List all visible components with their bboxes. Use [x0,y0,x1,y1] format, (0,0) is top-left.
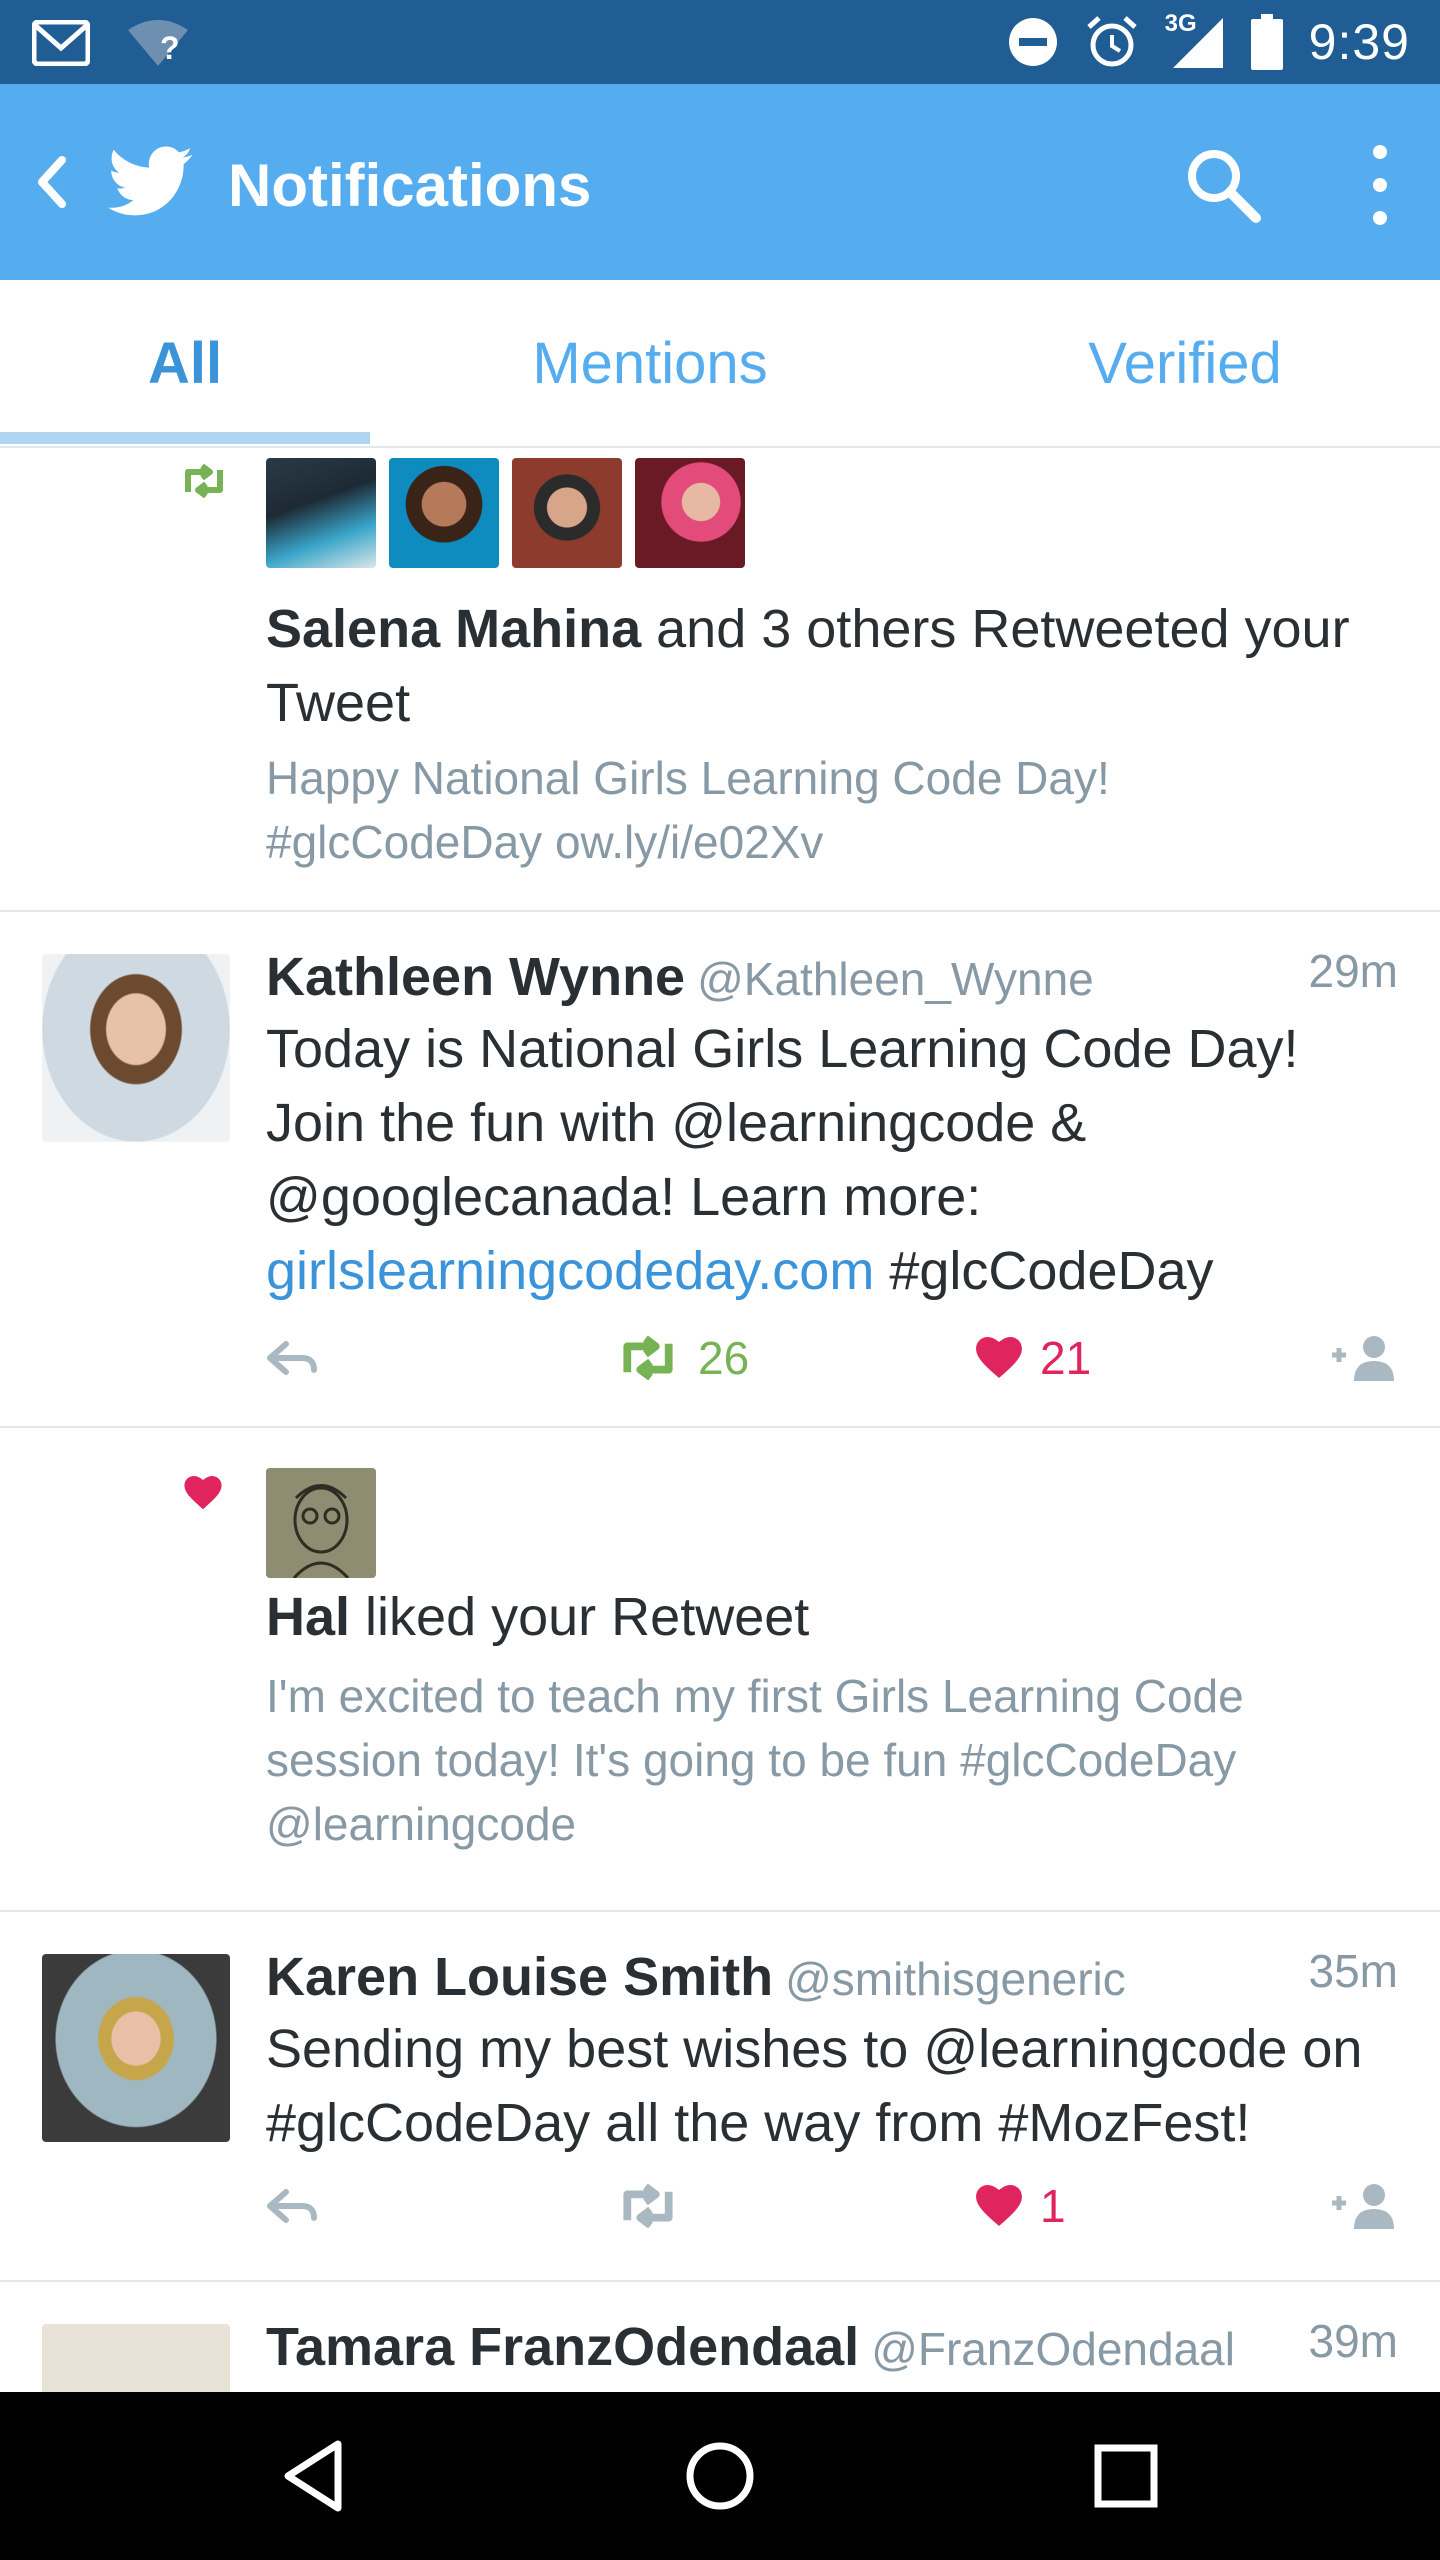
tweet-header: Kathleen Wynne @Kathleen_Wynne [266,940,1400,1016]
user-name[interactable]: Tamara FranzOdendaal [266,2317,859,2377]
retweet-icon [623,1336,673,1380]
tab-bar: All Mentions Verified [0,280,1440,448]
avatar[interactable] [42,2324,230,2392]
avatar[interactable] [266,1468,376,1578]
heart-icon [184,1476,222,1510]
follow-icon [1332,2184,1394,2229]
tweet-link[interactable]: girlslearningcodeday.com [266,1241,874,1301]
avatar[interactable] [42,954,230,1142]
tweet-header: Tamara FranzOdendaal @FranzOdendaal [266,2310,1400,2386]
follow-button[interactable] [1326,2176,1400,2236]
alarm-icon [1086,16,1137,67]
retweet-icon [185,464,223,498]
dnd-icon [1008,18,1057,66]
tweet[interactable]: Kathleen Wynne @Kathleen_Wynne 29m Today … [0,910,1440,1428]
tweet[interactable]: Tamara FranzOdendaal @FranzOdendaal 39m [0,2280,1440,2392]
more-vert-icon[interactable] [1360,140,1400,230]
page-title: Notifications [228,152,592,219]
gmail-icon [32,20,90,66]
like-button[interactable]: 1 [976,2176,1066,2236]
timestamp: 35m [1308,1945,1398,1997]
tab-indicator [0,432,370,444]
nav-home-icon[interactable] [680,2436,760,2516]
system-nav-bar [0,2392,1440,2560]
user-name[interactable]: Kathleen Wynne [266,947,685,1007]
retweet-button[interactable]: 26 [616,1328,749,1388]
avatar[interactable] [512,458,622,568]
signal-icon: 3G [1165,10,1225,70]
battery-icon [1250,14,1283,70]
status-bar: ? 3G 9:39 [0,0,1440,84]
reply-button[interactable] [266,1328,320,1388]
like-notification[interactable]: Hal liked your Retweet I'm excited to te… [0,1426,1440,1912]
follow-icon [1332,1336,1394,1381]
nav-back-icon[interactable] [276,2436,356,2516]
heart-icon [976,1337,1022,1379]
reply-button[interactable] [266,2176,320,2236]
twitter-bird-icon [108,146,193,216]
avatar[interactable] [42,1954,230,2142]
notifications-feed[interactable]: Salena Mahina and 3 others Retweeted you… [0,448,1440,2392]
avatar[interactable] [266,458,376,568]
user-handle[interactable]: @FranzOdendaal [871,2323,1235,2375]
retweet-notification[interactable]: Salena Mahina and 3 others Retweeted you… [0,448,1440,912]
tweet-text: Today is National Girls Learning Code Da… [266,1019,1299,1301]
user-handle[interactable]: @Kathleen_Wynne [697,953,1094,1005]
avatar[interactable] [389,458,499,568]
actor-name[interactable]: Salena Mahina [266,599,641,659]
like-button[interactable]: 21 [976,1328,1091,1388]
tab-mentions[interactable]: Mentions [370,280,930,446]
nav-recents-icon[interactable] [1086,2436,1166,2516]
tweet[interactable]: Karen Louise Smith @smithisgeneric 35m Se… [0,1910,1440,2282]
timestamp: 39m [1308,2315,1398,2367]
back-arrow-icon[interactable] [22,142,82,222]
app-bar: Notifications [0,84,1440,280]
tweet-snippet: I'm excited to teach my first Girls Lear… [266,1670,1244,1850]
search-icon[interactable] [1180,142,1266,228]
avatar[interactable] [635,458,745,568]
tab-verified[interactable]: Verified [930,280,1440,446]
reply-icon [267,2189,317,2223]
tab-all[interactable]: All [0,280,370,446]
wifi-icon: ? [126,18,190,68]
clock: 9:39 [1308,14,1410,70]
tweet-text: Sending my best wishes to @learningcode … [266,2019,1363,2153]
reply-icon [267,1341,317,1375]
tweet-header: Karen Louise Smith @smithisgeneric [266,1940,1400,2016]
like-count: 21 [1040,1332,1092,1384]
notification-text: Hal liked your Retweet [266,1587,810,1647]
retweet-icon [623,2184,673,2228]
retweet-count: 26 [698,1332,750,1384]
user-handle[interactable]: @smithisgeneric [785,1953,1126,2005]
user-name[interactable]: Karen Louise Smith [266,1947,773,2007]
actor-name[interactable]: Hal [266,1587,350,1647]
heart-icon [976,2185,1022,2227]
retweet-button[interactable] [616,2176,680,2236]
like-count: 1 [1040,2180,1066,2232]
tweet-snippet: Happy National Girls Learning Code Day! … [266,752,1110,868]
timestamp: 29m [1308,945,1398,997]
tweet-actions: 26 21 [266,1328,1406,1388]
follow-button[interactable] [1326,1328,1400,1388]
notification-text: Salena Mahina and 3 others Retweeted you… [266,599,1350,733]
tweet-actions: 1 [266,2176,1406,2236]
